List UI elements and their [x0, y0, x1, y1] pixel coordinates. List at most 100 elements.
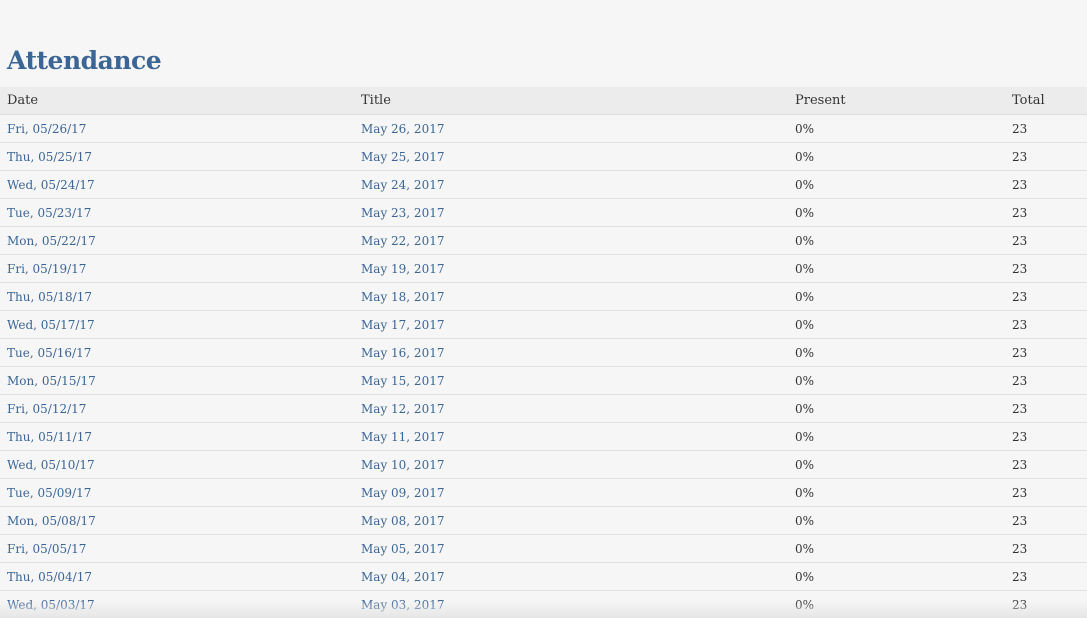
present-cell: 0%	[788, 114, 1005, 143]
total-cell: 23	[1005, 366, 1087, 395]
title-link[interactable]: May 19, 2017	[361, 262, 444, 276]
date-cell: Mon, 05/08/17	[0, 506, 354, 535]
attendance-table: Date Title Present Total Fri, 05/26/17 Ma…	[0, 87, 1087, 618]
table-row: Mon, 05/08/17 May 08, 2017 0% 23	[0, 506, 1087, 535]
table-row: Thu, 05/18/17 May 18, 2017 0% 23	[0, 282, 1087, 311]
table-row: Fri, 05/26/17 May 26, 2017 0% 23	[0, 114, 1087, 143]
date-link[interactable]: Wed, 05/03/17	[7, 598, 95, 612]
title-cell: May 03, 2017	[354, 590, 788, 618]
title-link[interactable]: May 05, 2017	[361, 542, 444, 556]
table-row: Thu, 05/11/17 May 11, 2017 0% 23	[0, 422, 1087, 451]
title-link[interactable]: May 12, 2017	[361, 402, 444, 416]
date-cell: Thu, 05/25/17	[0, 142, 354, 171]
title-cell: May 15, 2017	[354, 366, 788, 395]
date-cell: Wed, 05/10/17	[0, 450, 354, 479]
total-cell: 23	[1005, 590, 1087, 618]
total-cell: 23	[1005, 198, 1087, 227]
title-cell: May 09, 2017	[354, 478, 788, 507]
present-cell: 0%	[788, 366, 1005, 395]
present-cell: 0%	[788, 170, 1005, 199]
date-link[interactable]: Mon, 05/08/17	[7, 514, 96, 528]
present-cell: 0%	[788, 198, 1005, 227]
date-link[interactable]: Thu, 05/25/17	[7, 150, 92, 164]
date-link[interactable]: Thu, 05/11/17	[7, 430, 92, 444]
date-link[interactable]: Thu, 05/18/17	[7, 290, 92, 304]
column-header-title[interactable]: Title	[354, 87, 788, 115]
total-cell: 23	[1005, 142, 1087, 171]
title-link[interactable]: May 24, 2017	[361, 178, 444, 192]
total-cell: 23	[1005, 478, 1087, 507]
attendance-page: Attendance Date Title Present Total Fri,…	[0, 0, 1087, 618]
table-row: Fri, 05/05/17 May 05, 2017 0% 23	[0, 534, 1087, 563]
total-cell: 23	[1005, 226, 1087, 255]
date-link[interactable]: Thu, 05/04/17	[7, 570, 92, 584]
title-cell: May 08, 2017	[354, 506, 788, 535]
title-link[interactable]: May 23, 2017	[361, 206, 444, 220]
title-link[interactable]: May 08, 2017	[361, 514, 444, 528]
total-cell: 23	[1005, 310, 1087, 339]
date-link[interactable]: Tue, 05/23/17	[7, 206, 91, 220]
date-cell: Thu, 05/04/17	[0, 562, 354, 591]
date-link[interactable]: Tue, 05/16/17	[7, 346, 91, 360]
total-cell: 23	[1005, 534, 1087, 563]
date-link[interactable]: Fri, 05/19/17	[7, 262, 86, 276]
title-link[interactable]: May 09, 2017	[361, 486, 444, 500]
title-link[interactable]: May 25, 2017	[361, 150, 444, 164]
date-link[interactable]: Mon, 05/15/17	[7, 374, 96, 388]
title-link[interactable]: May 10, 2017	[361, 458, 444, 472]
total-cell: 23	[1005, 394, 1087, 423]
present-cell: 0%	[788, 142, 1005, 171]
present-cell: 0%	[788, 394, 1005, 423]
present-cell: 0%	[788, 450, 1005, 479]
table-row: Tue, 05/16/17 May 16, 2017 0% 23	[0, 338, 1087, 367]
present-cell: 0%	[788, 310, 1005, 339]
date-link[interactable]: Wed, 05/24/17	[7, 178, 95, 192]
table-row: Mon, 05/15/17 May 15, 2017 0% 23	[0, 366, 1087, 395]
title-cell: May 24, 2017	[354, 170, 788, 199]
table-row: Wed, 05/03/17 May 03, 2017 0% 23	[0, 590, 1087, 618]
column-header-date[interactable]: Date	[0, 87, 354, 115]
date-cell: Thu, 05/11/17	[0, 422, 354, 451]
present-cell: 0%	[788, 590, 1005, 618]
title-link[interactable]: May 22, 2017	[361, 234, 444, 248]
total-cell: 23	[1005, 114, 1087, 143]
column-header-present[interactable]: Present	[788, 87, 1005, 115]
total-cell: 23	[1005, 170, 1087, 199]
date-cell: Fri, 05/19/17	[0, 254, 354, 283]
title-link[interactable]: May 26, 2017	[361, 122, 444, 136]
table-row: Tue, 05/23/17 May 23, 2017 0% 23	[0, 198, 1087, 227]
title-link[interactable]: May 17, 2017	[361, 318, 444, 332]
table-row: Thu, 05/04/17 May 04, 2017 0% 23	[0, 562, 1087, 591]
table-row: Wed, 05/17/17 May 17, 2017 0% 23	[0, 310, 1087, 339]
table-header-row: Date Title Present Total	[0, 87, 1087, 115]
total-cell: 23	[1005, 338, 1087, 367]
title-link[interactable]: May 16, 2017	[361, 346, 444, 360]
title-cell: May 19, 2017	[354, 254, 788, 283]
date-link[interactable]: Wed, 05/10/17	[7, 458, 95, 472]
title-link[interactable]: May 03, 2017	[361, 598, 444, 612]
table-header: Date Title Present Total	[0, 87, 1087, 115]
date-link[interactable]: Tue, 05/09/17	[7, 486, 91, 500]
date-link[interactable]: Mon, 05/22/17	[7, 234, 96, 248]
title-link[interactable]: May 18, 2017	[361, 290, 444, 304]
table-row: Wed, 05/10/17 May 10, 2017 0% 23	[0, 450, 1087, 479]
column-header-total[interactable]: Total	[1005, 87, 1087, 115]
date-link[interactable]: Fri, 05/12/17	[7, 402, 86, 416]
total-cell: 23	[1005, 506, 1087, 535]
date-link[interactable]: Wed, 05/17/17	[7, 318, 95, 332]
title-link[interactable]: May 11, 2017	[361, 430, 444, 444]
date-link[interactable]: Fri, 05/05/17	[7, 542, 86, 556]
title-cell: May 11, 2017	[354, 422, 788, 451]
title-cell: May 05, 2017	[354, 534, 788, 563]
total-cell: 23	[1005, 422, 1087, 451]
date-cell: Tue, 05/16/17	[0, 338, 354, 367]
table-row: Mon, 05/22/17 May 22, 2017 0% 23	[0, 226, 1087, 255]
present-cell: 0%	[788, 506, 1005, 535]
table-row: Tue, 05/09/17 May 09, 2017 0% 23	[0, 478, 1087, 507]
table-row: Fri, 05/12/17 May 12, 2017 0% 23	[0, 394, 1087, 423]
title-link[interactable]: May 15, 2017	[361, 374, 444, 388]
date-cell: Tue, 05/09/17	[0, 478, 354, 507]
date-link[interactable]: Fri, 05/26/17	[7, 122, 86, 136]
title-cell: May 23, 2017	[354, 198, 788, 227]
title-link[interactable]: May 04, 2017	[361, 570, 444, 584]
